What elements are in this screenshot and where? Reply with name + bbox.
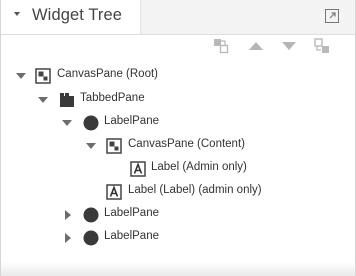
collapsed-arrow-icon[interactable]: [64, 233, 72, 243]
tree-node-label: LabelPane: [104, 230, 159, 242]
expanded-arrow-icon[interactable]: [62, 119, 72, 127]
panel-collapse-icon[interactable]: [14, 12, 20, 16]
canvas-pane-icon: [106, 138, 122, 154]
tree-row-canvaspane-root[interactable]: CanvasPane (Root): [1, 64, 355, 87]
move-down-icon[interactable]: [279, 36, 299, 56]
tree-node-label: Label (Admin only): [151, 161, 247, 173]
expanded-arrow-icon[interactable]: [38, 96, 48, 104]
tree-row-label-admin-only[interactable]: Label (Admin only): [1, 157, 355, 180]
tree-row-labelpane[interactable]: LabelPane: [1, 226, 355, 249]
tree-node-label: TabbedPane: [80, 92, 145, 104]
tabbed-pane-icon: [60, 93, 74, 107]
tree-node-label: Label (Label) (admin only): [128, 184, 262, 196]
panel-bottom-edge: [1, 262, 355, 276]
tree-node-label: CanvasPane (Root): [57, 68, 158, 80]
tree-row-labelpane[interactable]: LabelPane: [1, 111, 355, 134]
panel-title: Widget Tree: [32, 6, 123, 24]
panel-header: Widget Tree: [1, 0, 355, 35]
move-up-icon[interactable]: [246, 36, 266, 56]
tree-row-tabbedpane[interactable]: TabbedPane: [1, 88, 355, 111]
expand-all-icon[interactable]: [211, 36, 231, 56]
tree-row-canvaspane-content[interactable]: CanvasPane (Content): [1, 134, 355, 157]
widget-tree-panel: Widget Tree CanvasPane (Root) TabbedPane…: [0, 0, 356, 276]
tree-node-label: CanvasPane (Content): [128, 138, 245, 150]
canvas-pane-icon: [35, 68, 51, 84]
expanded-arrow-icon[interactable]: [16, 72, 26, 80]
collapse-all-icon[interactable]: [312, 36, 332, 56]
label-pane-icon: [83, 230, 99, 246]
expanded-arrow-icon[interactable]: [86, 142, 96, 150]
tree-toolbar: [1, 35, 355, 59]
tree-node-label: LabelPane: [104, 207, 159, 219]
tree-node-label: LabelPane: [104, 115, 159, 127]
tree-row-labelpane[interactable]: LabelPane: [1, 203, 355, 226]
tree-row-label-label-admin-only[interactable]: Label (Label) (admin only): [1, 180, 355, 203]
label-pane-icon: [83, 207, 99, 223]
label-icon: [106, 184, 122, 200]
label-pane-icon: [83, 115, 99, 131]
maximize-icon[interactable]: [324, 8, 340, 24]
collapsed-arrow-icon[interactable]: [64, 210, 72, 220]
label-icon: [130, 161, 146, 177]
